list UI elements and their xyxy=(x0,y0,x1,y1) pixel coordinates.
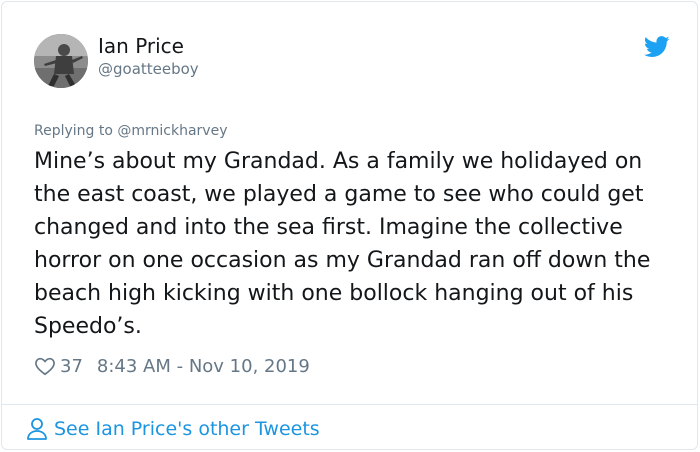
like-count[interactable]: 37 xyxy=(60,356,83,377)
see-other-tweets-link[interactable]: See Ian Price's other Tweets xyxy=(26,416,320,442)
see-other-tweets-label[interactable]: See Ian Price's other Tweets xyxy=(54,418,320,440)
divider xyxy=(2,404,697,405)
avatar[interactable] xyxy=(34,34,88,88)
heart-icon[interactable] xyxy=(34,355,56,377)
avatar-photo xyxy=(34,34,88,88)
twitter-bird-icon[interactable] xyxy=(644,36,670,58)
person-icon xyxy=(27,418,47,440)
tweet-timestamp[interactable]: 8:43 AM - Nov 10, 2019 xyxy=(97,356,310,377)
reply-context[interactable]: Replying to @mrnickharvey xyxy=(34,122,227,140)
author-name[interactable]: Ian Price xyxy=(98,34,184,58)
tweet-card: Ian Price @goatteeboy Replying to @mrnic… xyxy=(1,1,698,450)
author-handle[interactable]: @goatteeboy xyxy=(98,60,199,78)
tweet-text: Mine’s about my Grandad. As a family we … xyxy=(34,149,651,339)
tweet-meta: 37 8:43 AM - Nov 10, 2019 xyxy=(34,354,310,378)
